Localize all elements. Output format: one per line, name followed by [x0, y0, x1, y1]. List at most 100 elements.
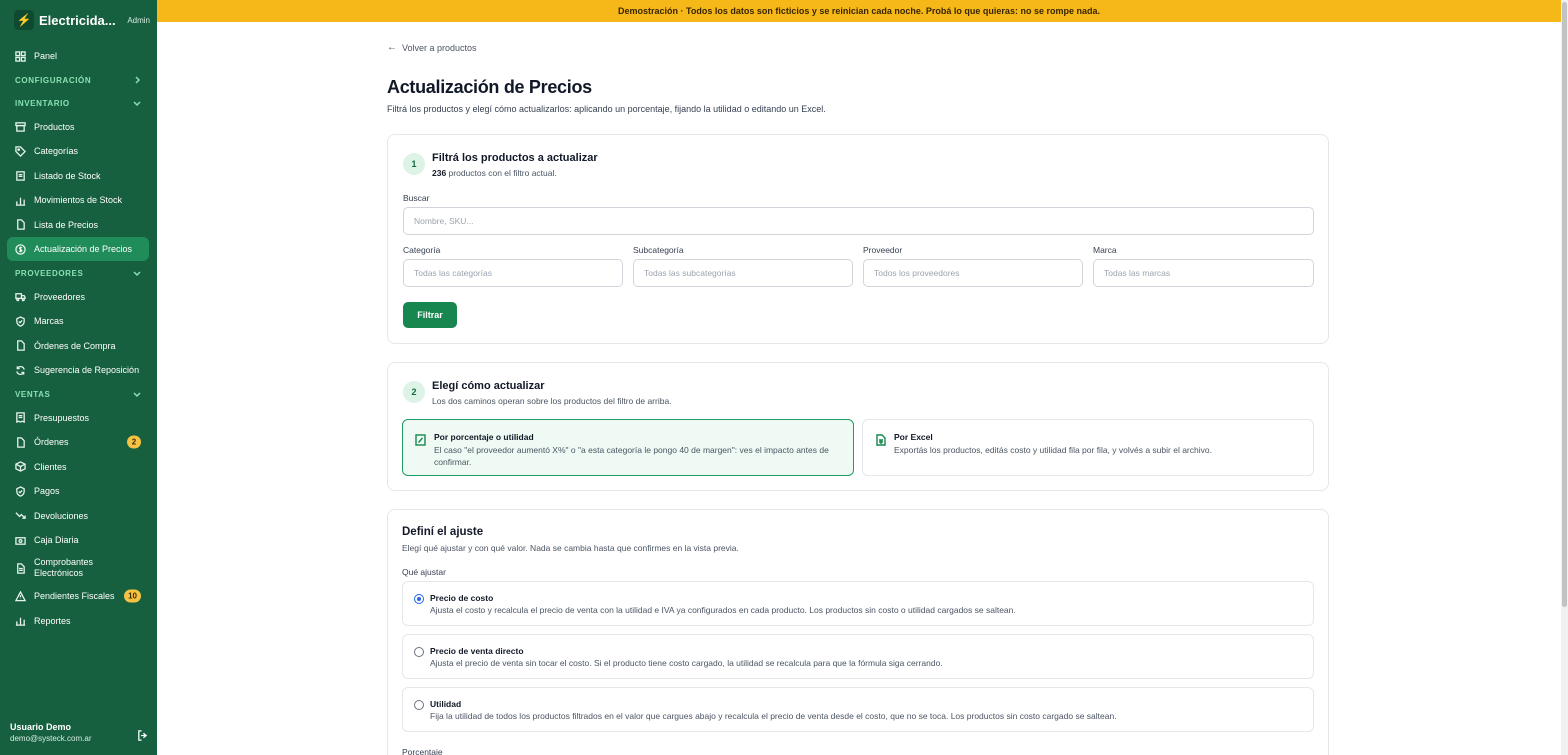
trend-down-icon: [15, 510, 26, 521]
page-scrollbar[interactable]: [1561, 0, 1568, 755]
document-icon: [15, 219, 26, 230]
sidebar-item-label: Presupuestos: [34, 412, 90, 423]
sidebar-item-sugerencia-reposicion[interactable]: Sugerencia de Reposición: [7, 358, 149, 382]
option-percentage[interactable]: Por porcentaje o utilidad El caso "el pr…: [402, 419, 854, 476]
lightning-icon: ⚡: [14, 10, 34, 30]
sidebar-item-caja-diaria[interactable]: Caja Diaria: [7, 528, 149, 552]
filter-card: 1 Filtrá los productos a actualizar 236 …: [387, 134, 1329, 344]
scrollbar-thumb[interactable]: [1562, 2, 1567, 607]
sidebar-item-proveedores[interactable]: Proveedores: [7, 285, 149, 309]
user-email: demo@systeck.com.ar: [10, 734, 92, 743]
adjust-option-utilidad[interactable]: Utilidad Fija la utilidad de todos los p…: [402, 687, 1314, 732]
sidebar-item-devoluciones[interactable]: Devoluciones: [7, 504, 149, 528]
option-description: El caso "el proveedor aumentó X%" o "a e…: [434, 445, 829, 467]
edit-document-icon: [415, 433, 426, 446]
section-ventas[interactable]: VENTAS: [7, 383, 149, 406]
radio-description: Ajusta el precio de venta sin tocar el c…: [430, 658, 943, 668]
category-select[interactable]: Todas las categorías: [403, 259, 623, 287]
section-configuracion[interactable]: CONFIGURACIÓN: [7, 69, 149, 92]
option-title: Por Excel: [894, 432, 933, 442]
sidebar-item-label: Devoluciones: [34, 510, 89, 521]
sidebar-item-presupuestos[interactable]: Presupuestos: [7, 406, 149, 430]
sidebar-item-productos[interactable]: Productos: [7, 115, 149, 139]
method-card-title: Elegí cómo actualizar: [432, 380, 545, 392]
section-label: INVENTARIO: [15, 98, 70, 108]
pendientes-badge: 10: [124, 589, 141, 603]
sidebar-item-comprobantes[interactable]: Comprobantes Electrónicos: [7, 553, 149, 584]
sidebar-item-label: Órdenes: [34, 437, 69, 447]
page-subtitle: Filtrá los productos y elegí cómo actual…: [387, 104, 826, 114]
sidebar-item-categorias[interactable]: Categorías: [7, 139, 149, 163]
product-count-suffix: productos con el filtro actual.: [446, 168, 557, 178]
adjust-option-venta[interactable]: Precio de venta directo Ajusta el precio…: [402, 634, 1314, 679]
radio-title: Utilidad: [430, 699, 462, 709]
radio-utilidad[interactable]: [414, 700, 424, 710]
radio-venta[interactable]: [414, 647, 424, 657]
filter-button[interactable]: Filtrar: [403, 302, 457, 328]
sidebar-item-ordenes-compra[interactable]: Órdenes de Compra: [7, 334, 149, 358]
what-adjust-label: Qué ajustar: [402, 567, 446, 577]
chevron-down-icon: [133, 390, 141, 398]
supplier-label: Proveedor: [863, 245, 903, 255]
option-excel[interactable]: Por Excel Exportás los productos, editás…: [862, 419, 1314, 476]
box-icon: [15, 121, 26, 132]
logout-icon[interactable]: [137, 728, 148, 741]
sidebar-item-label: Órdenes de Compra: [34, 340, 116, 351]
ordenes-badge: 2: [127, 435, 141, 449]
radio-title: Precio de costo: [430, 593, 494, 603]
sidebar-item-label: Listado de Stock: [34, 170, 101, 181]
refresh-icon: [15, 365, 26, 376]
user-name: Usuario Demo: [10, 722, 72, 732]
percent-label: Porcentaje: [402, 747, 443, 755]
sidebar-item-movimientos-stock[interactable]: Movimientos de Stock: [7, 188, 149, 212]
sidebar-item-panel[interactable]: Panel: [7, 44, 149, 68]
sidebar-item-pendientes-fiscales[interactable]: Pendientes Fiscales 10: [7, 584, 149, 608]
arrow-left-icon: ←: [387, 42, 397, 53]
radio-costo[interactable]: [414, 594, 424, 604]
adjust-card-title: Definí el ajuste: [402, 526, 484, 538]
demo-banner: Demostración · Todos los datos son ficti…: [157, 0, 1561, 22]
sidebar-item-listado-stock[interactable]: Listado de Stock: [7, 164, 149, 188]
sidebar-item-ordenes[interactable]: Órdenes 2: [7, 430, 149, 454]
sidebar-item-pagos[interactable]: Pagos: [7, 479, 149, 503]
user-profile: Usuario Demo demo@systeck.com.ar: [10, 722, 148, 743]
sidebar-item-label: Movimientos de Stock: [34, 195, 123, 205]
step-number: 1: [403, 153, 425, 175]
page-title: Actualización de Precios: [387, 77, 592, 97]
grid-icon: [15, 50, 26, 62]
section-proveedores[interactable]: PROVEEDORES: [7, 262, 149, 285]
sidebar-item-label: Reportes: [34, 615, 71, 626]
chevron-down-icon: [133, 269, 141, 277]
brand-label: Marca: [1093, 245, 1117, 255]
bar-chart-icon: [15, 195, 26, 206]
product-count: 236: [432, 168, 447, 178]
option-description: Exportás los productos, editás costo y u…: [894, 445, 1212, 455]
section-label: PROVEEDORES: [15, 268, 84, 278]
option-title: Por porcentaje o utilidad: [434, 432, 534, 442]
section-inventario[interactable]: INVENTARIO: [7, 92, 149, 115]
truck-icon: [15, 291, 26, 302]
sidebar-item-actualizacion-precios[interactable]: Actualización de Precios: [7, 237, 149, 261]
brand-name: Electricida...: [39, 12, 116, 28]
sidebar-item-label: Caja Diaria: [34, 535, 79, 545]
sidebar-item-lista-precios[interactable]: Lista de Precios: [7, 213, 149, 237]
adjust-option-costo[interactable]: Precio de costo Ajusta el costo y recalc…: [402, 581, 1314, 626]
brand[interactable]: ⚡ Electricida... Admin: [14, 9, 150, 31]
search-label: Buscar: [403, 193, 430, 203]
search-input[interactable]: Nombre, SKU...: [403, 207, 1314, 235]
cash-register-icon: [15, 535, 26, 546]
back-link[interactable]: ← Volver a productos: [387, 42, 477, 53]
warning-icon: [15, 590, 26, 602]
receipt-icon: [15, 412, 26, 423]
sidebar-item-marcas[interactable]: Marcas: [7, 309, 149, 333]
subcategory-select[interactable]: Todas las subcategorías: [633, 259, 853, 287]
dollar-circle-icon: [15, 243, 26, 255]
sidebar-item-label: Comprobantes Electrónicos: [34, 557, 94, 578]
sidebar-item-label: Pendientes Fiscales: [34, 591, 115, 601]
cube-icon: [15, 461, 26, 472]
brand-select[interactable]: Todas las marcas: [1093, 259, 1314, 287]
supplier-select[interactable]: Todos los proveedores: [863, 259, 1083, 287]
sidebar-item-reportes[interactable]: Reportes: [7, 609, 149, 633]
sidebar-item-clientes[interactable]: Clientes: [7, 455, 149, 479]
sidebar: ⚡ Electricida... Admin Panel CONFIGURACI…: [0, 0, 157, 755]
